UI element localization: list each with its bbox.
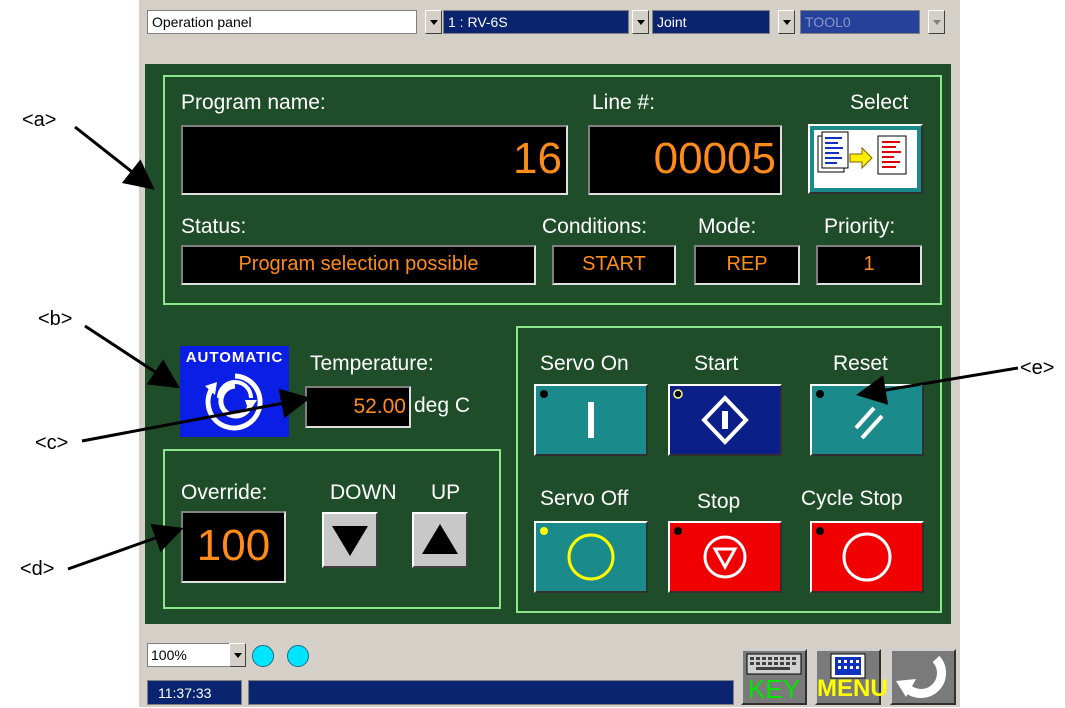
callout-c-arrow bbox=[81, 388, 311, 443]
callout-d-arrow bbox=[67, 523, 184, 571]
callout-b-arrow bbox=[84, 324, 181, 389]
callout-e-arrow bbox=[856, 366, 1019, 405]
callout-a-arrow bbox=[74, 125, 155, 190]
callout-arrows bbox=[67, 125, 1019, 571]
